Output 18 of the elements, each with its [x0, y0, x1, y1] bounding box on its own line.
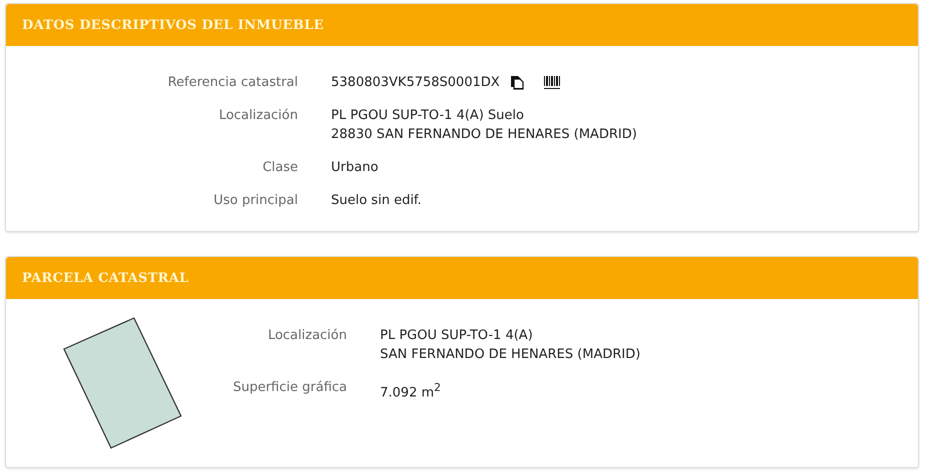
field-label: Uso principal — [212, 192, 298, 210]
section-header: PARCELA CATASTRAL — [6, 257, 918, 299]
field-value: 28830 SAN FERNANDO DE HENARES (MADRID) — [331, 126, 637, 144]
copy-icon[interactable] — [510, 75, 524, 90]
field-value: PL PGOU SUP-TO-1 4(A) — [380, 327, 533, 345]
field-label: Localización — [266, 327, 347, 345]
field-value: 5380803VK5758S0001DX — [331, 74, 500, 92]
field-value: 7.092 m$^{2}$ — [380, 380, 441, 402]
field-value: Urbano — [331, 159, 378, 177]
field-value: PL PGOU SUP-TO-1 4(A) Suelo — [331, 107, 524, 125]
section-header: DATOS DESCRIPTIVOS DEL INMUEBLE — [6, 4, 918, 46]
field-value: Suelo sin edif. — [331, 192, 422, 210]
field-label: Clase — [262, 159, 298, 177]
field-label: Referencia catastral — [166, 74, 298, 92]
barcode-icon[interactable] — [544, 75, 560, 90]
field-label: Localización — [218, 107, 298, 125]
field-label: Superficie gráfica — [232, 379, 347, 397]
field-value: SAN FERNANDO DE HENARES (MADRID) — [380, 346, 640, 364]
